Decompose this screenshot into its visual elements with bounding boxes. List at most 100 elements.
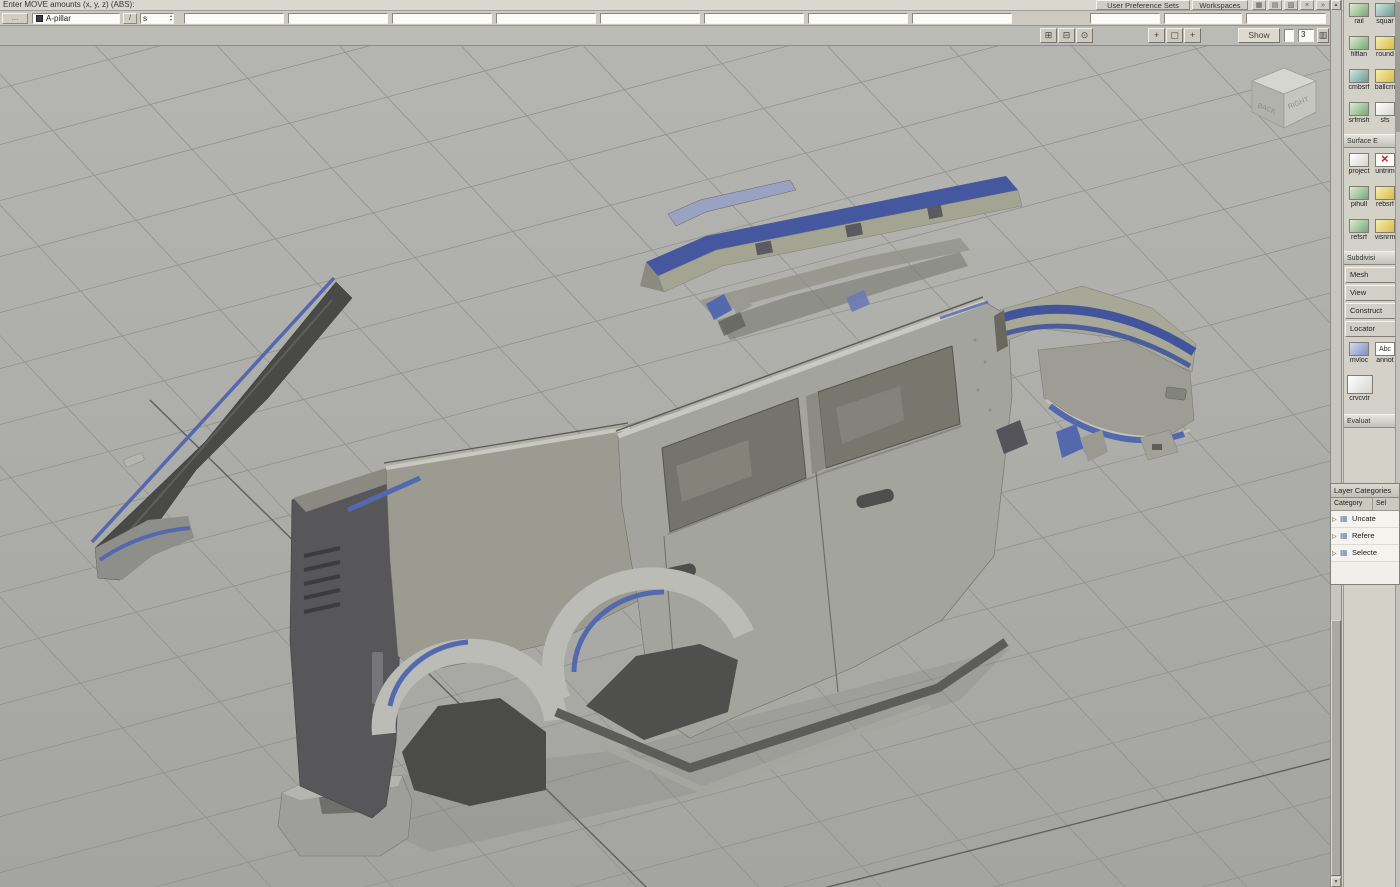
hull-tool-icon xyxy=(1349,186,1369,200)
grid-icon[interactable]: ▦ xyxy=(1252,0,1266,10)
tool-cmbsrf[interactable]: cmbsrf xyxy=(1346,68,1372,99)
layer-grid-icon[interactable]: ▦ xyxy=(1340,528,1350,544)
zoom-icon[interactable]: ⊙ xyxy=(1076,28,1093,43)
tool-project[interactable]: project xyxy=(1346,152,1372,183)
tool-rail[interactable]: rail xyxy=(1346,2,1372,33)
show-button[interactable]: Show xyxy=(1238,28,1280,43)
pan-icon[interactable]: + xyxy=(1148,28,1165,43)
pillar-checkbox[interactable] xyxy=(36,15,43,22)
edit-icon[interactable]: ▤ xyxy=(1268,0,1282,10)
close-icon[interactable]: × xyxy=(1300,0,1314,10)
tool-label: mvloc xyxy=(1346,357,1372,364)
select-column-header[interactable]: Sel xyxy=(1373,498,1397,510)
tool-filflan[interactable]: filflan xyxy=(1346,35,1372,66)
layer-row-selected[interactable]: ▷▦Selecte xyxy=(1331,545,1399,562)
pen-icon[interactable]: / xyxy=(123,13,137,24)
layer-panel-columns: CategorySel xyxy=(1331,498,1399,511)
palette-scrollbar-thumb[interactable] xyxy=(1396,2,1400,132)
input-segment-11[interactable] xyxy=(1246,13,1326,24)
value-field[interactable]: s ▴▾ xyxy=(140,13,174,24)
layer-row-uncategorized[interactable]: ▷▦Uncate xyxy=(1331,511,1399,528)
user-preference-sets-button[interactable]: User Preference Sets xyxy=(1096,0,1190,10)
viewport[interactable]: ⊞ ⊟ ⊙ + ▢ + Show 3 ▥ xyxy=(0,26,1330,887)
viewport-scrollbar[interactable]: ▲ ▼ xyxy=(1330,0,1342,887)
tool-label: project xyxy=(1346,168,1372,175)
pin-icon[interactable]: ▧ xyxy=(1284,0,1298,10)
layer-grid-icon[interactable]: ▦ xyxy=(1340,511,1350,527)
input-segment-6[interactable] xyxy=(704,13,804,24)
view-section-button[interactable]: View xyxy=(1345,285,1399,301)
tool-pihull[interactable]: pihull xyxy=(1346,185,1372,216)
palette-scrollbar[interactable] xyxy=(1395,0,1400,887)
visualize-normals-tool-icon xyxy=(1375,219,1395,233)
tool-label: srfmsh xyxy=(1346,117,1372,124)
layer-row-label: Uncate xyxy=(1352,514,1376,523)
layer-categories-panel: Layer Categories CategorySel ▷▦Uncate ▷▦… xyxy=(1330,483,1400,585)
scene-canvas[interactable]: BACK RIGHT xyxy=(0,46,1330,887)
mini-field[interactable] xyxy=(1284,29,1294,42)
project-tool-icon xyxy=(1349,153,1369,167)
input-segment-7[interactable] xyxy=(808,13,908,24)
move-locator-tool-icon xyxy=(1349,342,1369,356)
tool-mvloc[interactable]: mvloc xyxy=(1346,341,1372,372)
layer-row-label: Refere xyxy=(1352,531,1375,540)
expander-icon[interactable]: ▷ xyxy=(1332,529,1340,545)
layer-panel-title[interactable]: Layer Categories xyxy=(1331,484,1399,498)
round-tool-icon xyxy=(1375,36,1395,50)
tool-label: refsrf xyxy=(1346,234,1372,241)
tool-label: pihull xyxy=(1346,201,1372,208)
tailgate-panel[interactable] xyxy=(290,470,400,818)
panel-toggle-icon[interactable]: ▥ xyxy=(1317,28,1329,43)
expander-icon[interactable]: ▷ xyxy=(1332,546,1340,562)
stepper-icon[interactable]: ▴▾ xyxy=(170,14,172,22)
surface-edit-section-header[interactable]: Surface E xyxy=(1344,134,1400,148)
tool-palette: rail squar filflan round cmbsrf ballcrn … xyxy=(1343,0,1400,887)
camera-icon[interactable]: ⊞ xyxy=(1040,28,1057,43)
value-text: s xyxy=(143,14,147,23)
mesh-section-button[interactable]: Mesh xyxy=(1345,267,1399,283)
plus-icon[interactable]: + xyxy=(1184,28,1201,43)
curve-curvature-tool-icon xyxy=(1347,375,1373,394)
input-segment-8[interactable] xyxy=(912,13,1012,24)
frame-icon[interactable]: ▢ xyxy=(1166,28,1183,43)
view-count-field[interactable]: 3 xyxy=(1298,29,1314,42)
tool-label: crvcvtr xyxy=(1346,395,1373,402)
locator-section-button[interactable]: Locator xyxy=(1345,321,1399,337)
fillet-flange-tool-icon xyxy=(1349,36,1369,50)
workspaces-button[interactable]: Workspaces xyxy=(1192,0,1248,10)
construction-section-button[interactable]: Construct xyxy=(1345,303,1399,319)
input-segment-1[interactable] xyxy=(184,13,284,24)
layers-icon[interactable]: ⊟ xyxy=(1058,28,1075,43)
layer-row-reference[interactable]: ▷▦Refere xyxy=(1331,528,1399,545)
subdivision-section-header[interactable]: Subdivisi xyxy=(1344,251,1400,265)
combine-surface-tool-icon xyxy=(1349,69,1369,83)
ball-corner-tool-icon xyxy=(1375,69,1395,83)
scroll-down-icon[interactable]: ▼ xyxy=(1331,877,1341,887)
evaluate-section-header[interactable]: Evaluat xyxy=(1344,414,1400,428)
tool-label: rail xyxy=(1346,18,1372,25)
prompt-text: Enter MOVE amounts (x, y, z) (ABS): xyxy=(3,0,134,10)
pillar-field[interactable]: A-pillar xyxy=(32,13,120,24)
square-tool-icon xyxy=(1375,3,1395,17)
layer-grid-icon[interactable]: ▦ xyxy=(1340,545,1350,561)
pillar-label: A-pillar xyxy=(46,14,71,23)
dots-menu-button[interactable]: … xyxy=(2,13,28,24)
chevron-icon[interactable]: » xyxy=(1316,0,1330,10)
scrollbar-thumb[interactable] xyxy=(1331,620,1341,876)
tool-srfmsh[interactable]: srfmsh xyxy=(1346,101,1372,132)
annotate-tool-icon: Abc xyxy=(1375,342,1395,356)
category-column-header[interactable]: Category xyxy=(1331,498,1373,510)
input-segment-4[interactable] xyxy=(496,13,596,24)
tool-refsrf[interactable]: refsrf xyxy=(1346,218,1372,249)
input-segment-9[interactable] xyxy=(1090,13,1160,24)
input-segment-5[interactable] xyxy=(600,13,700,24)
expander-icon[interactable]: ▷ xyxy=(1332,512,1340,528)
layer-row-label: Selecte xyxy=(1352,548,1377,557)
tool-crvcvtr[interactable]: crvcvtr xyxy=(1346,374,1373,412)
tool-label: cmbsrf xyxy=(1346,84,1372,91)
input-segment-2[interactable] xyxy=(288,13,388,24)
input-segment-10[interactable] xyxy=(1164,13,1242,24)
sfs-tool-icon xyxy=(1375,102,1395,116)
scroll-up-icon[interactable]: ▲ xyxy=(1331,0,1341,10)
input-segment-3[interactable] xyxy=(392,13,492,24)
